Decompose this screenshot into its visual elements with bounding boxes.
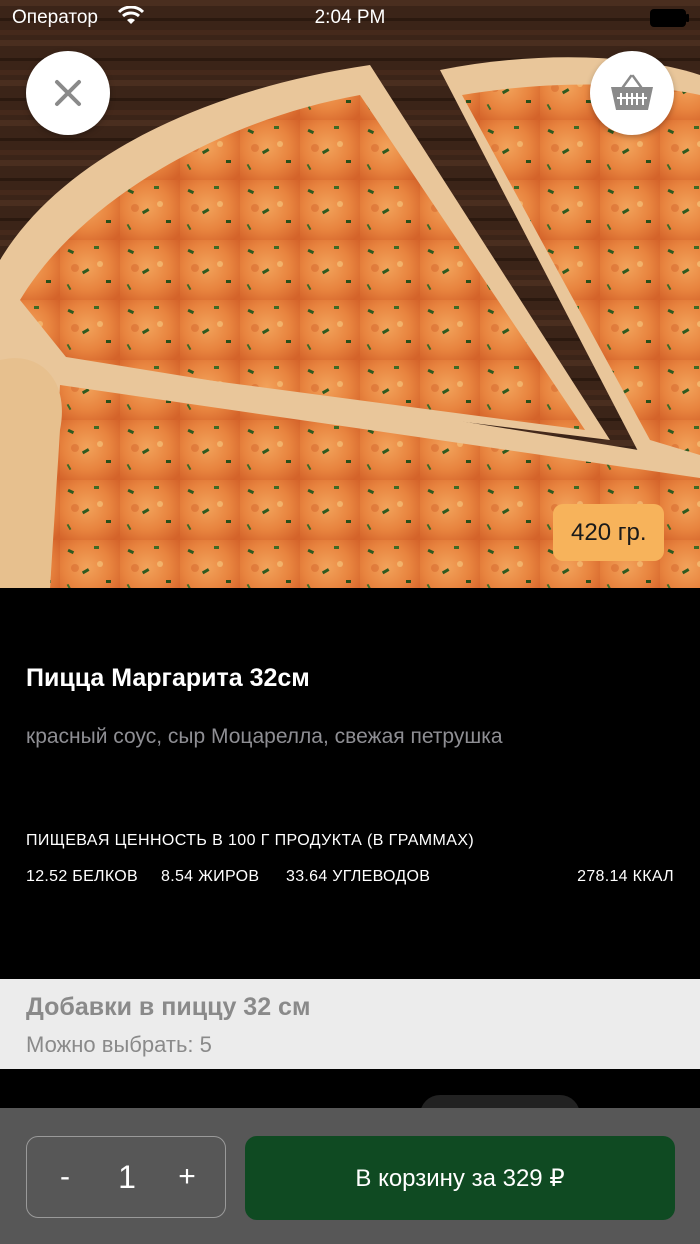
nutrition-header: ПИЩЕВАЯ ЦЕННОСТЬ В 100 Г ПРОДУКТА (В ГРА… — [26, 832, 475, 849]
bottom-bar: - 1 + В корзину за 329 ₽ — [0, 1108, 700, 1244]
quantity-stepper: - 1 + — [26, 1136, 226, 1218]
status-bar: Оператор 2:04 PM — [0, 0, 700, 36]
cart-button[interactable] — [590, 51, 674, 135]
weight-badge: 420 гр. — [553, 504, 665, 561]
battery-icon — [650, 9, 689, 27]
additives-section[interactable]: Добавки в пиццу 32 см Можно выбрать: 5 — [0, 979, 700, 1069]
close-icon — [55, 80, 81, 106]
increase-button[interactable]: + — [167, 1137, 207, 1217]
additives-subtitle: Можно выбрать: 5 — [26, 1032, 212, 1057]
clock: 2:04 PM — [314, 7, 386, 28]
add-to-cart-button[interactable]: В корзину за 329 ₽ — [245, 1136, 675, 1220]
additives-title: Добавки в пиццу 32 см — [26, 993, 311, 1021]
product-title: Пицца Маргарита 32см — [26, 664, 310, 692]
decrease-button[interactable]: - — [45, 1137, 85, 1217]
quantity-value: 1 — [118, 1159, 136, 1195]
nutrition-protein: 12.52 БЕЛКОВ — [26, 868, 139, 885]
basket-icon — [611, 74, 653, 110]
nutrition-fat: 8.54 ЖИРОВ — [161, 868, 260, 885]
nutrition-kcal: 278.14 ККАЛ — [577, 868, 674, 885]
close-button[interactable] — [26, 51, 110, 135]
nutrition-carbs: 33.64 УГЛЕВОДОВ — [286, 868, 431, 885]
product-description: красный соус, сыр Моцарелла, свежая петр… — [26, 725, 503, 748]
